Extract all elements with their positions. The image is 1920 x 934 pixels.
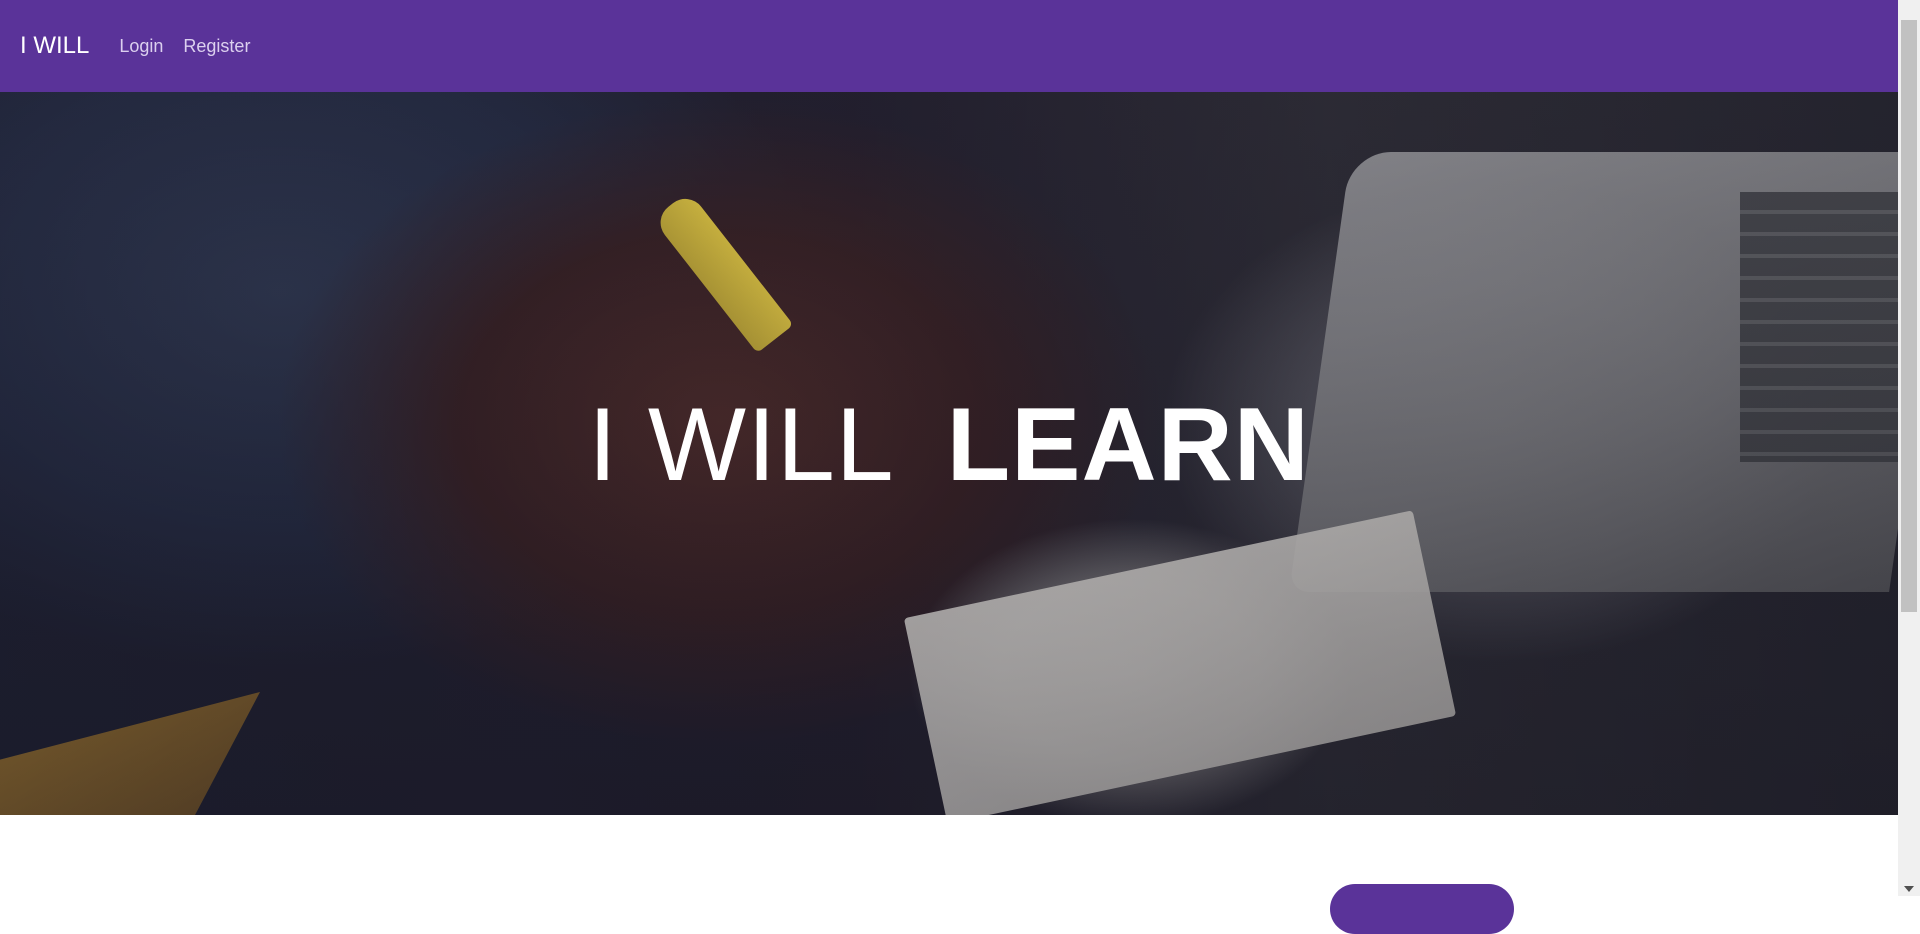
hero-title: I WILL LEARN [0, 92, 1898, 807]
hero-title-light: I WILL [588, 387, 895, 503]
top-navbar: I WILL Login Register [0, 0, 1898, 92]
hero-banner: I WILL LEARN [0, 92, 1898, 815]
scrollbar-thumb[interactable] [1901, 20, 1917, 612]
call-to-action-button[interactable] [1330, 884, 1514, 934]
nav-link-login[interactable]: Login [119, 36, 163, 57]
scroll-down-arrow-icon[interactable] [1904, 886, 1914, 892]
hero-title-bold: LEARN [946, 387, 1310, 503]
vertical-scrollbar[interactable] [1898, 0, 1920, 896]
brand-logo-link[interactable]: I WILL [20, 32, 89, 60]
nav-link-register[interactable]: Register [183, 36, 250, 57]
